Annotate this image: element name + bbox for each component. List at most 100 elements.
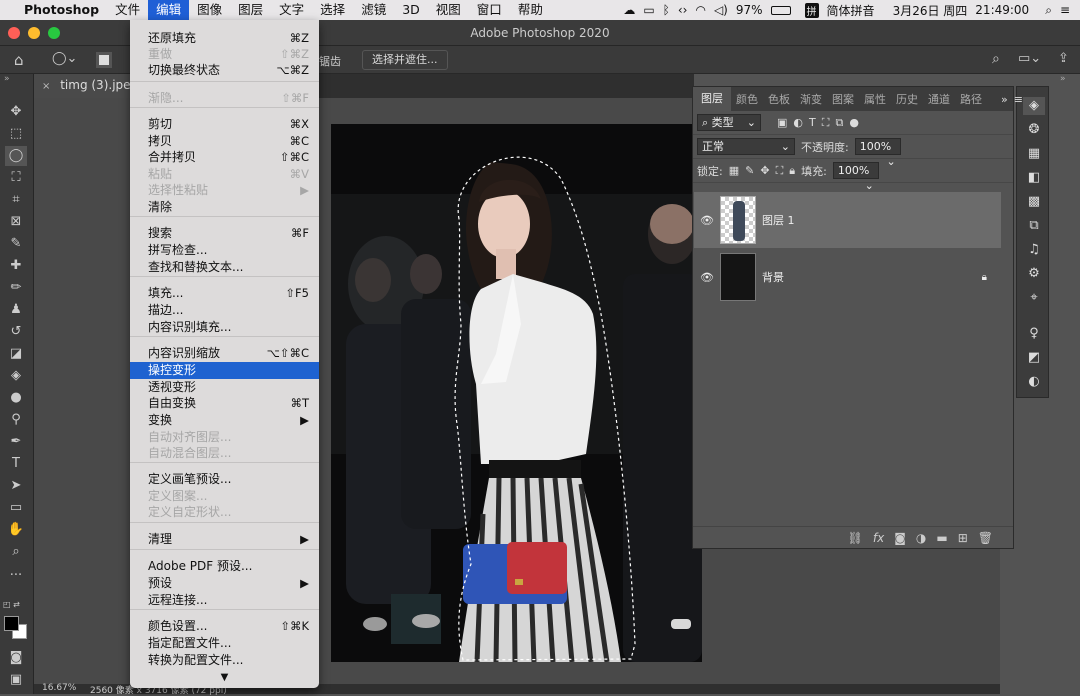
menu-select[interactable]: 选择	[312, 0, 353, 20]
object-selection-tool-icon[interactable]: ⛶	[5, 168, 27, 188]
home-icon[interactable]: ⌂	[14, 51, 24, 69]
fx-icon[interactable]: fx	[873, 531, 884, 545]
type-tool-icon[interactable]: T	[5, 454, 27, 474]
airplay-icon[interactable]: ▭	[643, 3, 654, 17]
eraser-tool-icon[interactable]: ◪	[5, 344, 27, 364]
apple-icon[interactable]	[0, 0, 10, 20]
menu-app-photoshop[interactable]: Photoshop	[10, 0, 107, 20]
link-icon[interactable]: ⛓	[848, 531, 863, 545]
edit-menu-item[interactable]: 查找和替换文本...	[130, 259, 319, 276]
menu-view[interactable]: 视图	[428, 0, 469, 20]
share-icon[interactable]: ⇪	[1058, 51, 1069, 66]
fill-input[interactable]: 100% ⌄	[832, 162, 879, 192]
tab-layers[interactable]: 图层	[693, 87, 731, 111]
layer-filter-select[interactable]: ⌕ 类型 ⌄	[697, 114, 761, 131]
edit-menu-item[interactable]: 搜索 ⌘F	[130, 225, 319, 242]
tools-collapse-icon[interactable]: »	[4, 74, 10, 84]
edit-menu-item[interactable]: 描边...	[130, 302, 319, 319]
3d-panel-icon[interactable]: ❂	[1023, 121, 1045, 139]
adjustment-panel-icon[interactable]: ⧉	[1023, 217, 1045, 235]
learn-panel-icon[interactable]: ♀	[1023, 325, 1045, 343]
dock-collapse-icon[interactable]: »	[1060, 74, 1066, 84]
menu-3d[interactable]: 3D	[394, 0, 428, 20]
panel-menu-icon[interactable]: ≡	[1014, 93, 1023, 106]
layer-name[interactable]: 图层 1	[762, 212, 795, 228]
edit-menu-item[interactable]: 预设 ▶	[130, 575, 319, 592]
blur-tool-icon[interactable]: ●	[5, 388, 27, 408]
menu-edit[interactable]: 编辑	[148, 0, 190, 20]
filter-toggle-icon[interactable]: ●	[849, 116, 859, 129]
paths-panel-icon[interactable]: ⌖	[1023, 289, 1045, 307]
lasso-tool-icon[interactable]: ◯	[5, 146, 27, 166]
path-selection-tool-icon[interactable]: ➤	[5, 476, 27, 496]
adjustments-panel-icon[interactable]: ◐	[1023, 373, 1045, 391]
eye-icon[interactable]: 👁︎	[694, 271, 720, 284]
edit-menu-item[interactable]: 合并拷贝 ⇧⌘C	[130, 149, 319, 166]
layers-panel-icon[interactable]: ◈	[1023, 97, 1045, 115]
rectangle-tool-icon[interactable]: ▭	[5, 498, 27, 518]
hand-tool-icon[interactable]: ✋	[5, 520, 27, 540]
history-brush-tool-icon[interactable]: ↺	[5, 322, 27, 342]
lock-artboard-icon[interactable]: ⛶	[776, 164, 784, 178]
edit-menu-item[interactable]: 颜色设置... ⇧⌘K	[130, 618, 319, 635]
zoom-level[interactable]: 16.67%	[42, 683, 76, 693]
layer-row[interactable]: 👁︎ 背景 🔒︎	[694, 249, 1001, 305]
tab-gradients[interactable]: 渐变	[795, 91, 827, 107]
edit-menu-item[interactable]: 切换最终状态 ⌥⌘Z	[130, 62, 319, 79]
edit-menu-item[interactable]: 还原填充 ⌘Z	[130, 30, 319, 47]
group-icon[interactable]: ▬	[936, 531, 947, 545]
lock-image-icon[interactable]: ✎	[745, 164, 754, 177]
lasso-tool-preset-icon[interactable]: ◯⌄	[52, 51, 77, 66]
tab-color[interactable]: 颜色	[731, 91, 763, 107]
menu-file[interactable]: 文件	[107, 0, 148, 20]
menu-scroll-down-arrow-icon[interactable]: ▼	[130, 672, 319, 683]
foreground-color-swatch[interactable]	[4, 616, 19, 631]
layer-row[interactable]: 👁︎ 图层 1	[694, 192, 1001, 248]
document-image[interactable]	[331, 124, 702, 662]
tab-history[interactable]: 历史	[891, 91, 923, 107]
clone-stamp-tool-icon[interactable]: ♟	[5, 300, 27, 320]
filter-type-icon[interactable]: T	[809, 116, 816, 129]
menu-image[interactable]: 图像	[189, 0, 230, 20]
workspace-icon[interactable]: ▭⌄	[1018, 51, 1041, 66]
menu-filter[interactable]: 滤镜	[353, 0, 394, 20]
tab-patterns[interactable]: 图案	[827, 91, 859, 107]
crop-tool-icon[interactable]: ⌗	[5, 190, 27, 210]
close-tab-icon[interactable]: ×	[42, 81, 50, 92]
volume-icon[interactable]: ◁)	[714, 3, 728, 17]
filter-adjustment-icon[interactable]: ◐	[793, 116, 803, 129]
edit-menu-item[interactable]: 指定配置文件...	[130, 635, 319, 652]
grid-panel-icon[interactable]: ▩	[1023, 193, 1045, 211]
search-icon[interactable]: ⌕	[992, 51, 1000, 67]
tab-channels[interactable]: 通道	[923, 91, 955, 107]
brush-tool-icon[interactable]: ✏	[5, 278, 27, 298]
tab-swatches[interactable]: 色板	[763, 91, 795, 107]
edit-menu-item[interactable]: 清理 ▶	[130, 531, 319, 548]
edit-menu-item[interactable]: 拷贝 ⌘C	[130, 133, 319, 150]
layer-name[interactable]: 背景	[762, 269, 784, 285]
filter-pixel-icon[interactable]: ▣	[777, 116, 787, 129]
filter-smart-object-icon[interactable]: ⧉	[835, 116, 843, 130]
healing-brush-tool-icon[interactable]: ✚	[5, 256, 27, 276]
mask-icon[interactable]: ◙	[894, 531, 906, 545]
bluetooth-icon[interactable]: ᛒ	[663, 3, 670, 17]
edit-menu-item[interactable]: 拼写检查...	[130, 242, 319, 259]
lock-position-icon[interactable]: ✥	[760, 164, 769, 177]
trash-icon[interactable]: 🗑︎	[978, 531, 993, 545]
menu-help[interactable]: 帮助	[510, 0, 551, 20]
edit-menu-item[interactable]: 填充... ⇧F5	[130, 285, 319, 302]
channels-panel-icon[interactable]: ⚙	[1023, 265, 1045, 283]
battery-icon[interactable]	[770, 5, 791, 15]
quick-mask-icon[interactable]: ◙	[5, 648, 27, 668]
default-colors-icon[interactable]: ◰ ⇄	[3, 600, 20, 609]
edit-menu-item[interactable]: 剪切 ⌘X	[130, 116, 319, 133]
gradient-panel-icon[interactable]: ◧	[1023, 169, 1045, 187]
pen-tool-icon[interactable]: ✒	[5, 432, 27, 452]
lock-icon[interactable]: 🔒︎	[982, 272, 987, 283]
new-selection-icon[interactable]	[96, 52, 112, 68]
panel-expand-icon[interactable]: »	[1001, 93, 1008, 106]
zoom-tool-icon[interactable]: ⌕	[5, 542, 27, 562]
edit-menu-item[interactable]: 变换 ▶	[130, 412, 319, 429]
menu-window[interactable]: 窗口	[469, 0, 510, 20]
edit-menu-item[interactable]: 远程连接...	[130, 592, 319, 609]
